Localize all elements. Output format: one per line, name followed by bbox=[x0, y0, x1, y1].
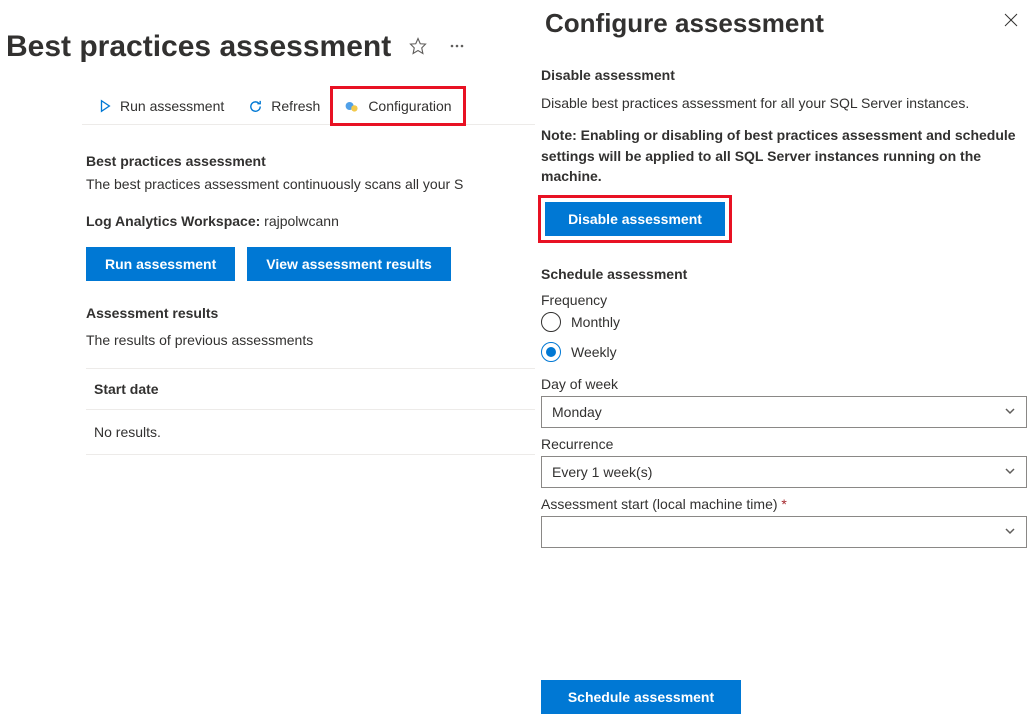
disable-heading: Disable assessment bbox=[541, 67, 1027, 83]
table-empty-row: No results. bbox=[86, 410, 535, 455]
close-button[interactable] bbox=[999, 8, 1023, 35]
frequency-monthly[interactable]: Monthly bbox=[541, 312, 1027, 332]
dow-value: Monday bbox=[552, 404, 602, 420]
dow-label: Day of week bbox=[541, 376, 1027, 392]
law-label: Log Analytics Workspace: bbox=[86, 213, 260, 229]
required-asterisk: * bbox=[781, 496, 786, 512]
refresh-icon bbox=[248, 99, 263, 114]
frequency-label: Frequency bbox=[541, 292, 1027, 308]
bpa-heading: Best practices assessment bbox=[86, 153, 535, 169]
chevron-down-icon bbox=[1004, 404, 1016, 420]
disable-text: Disable best practices assessment for al… bbox=[541, 93, 1027, 113]
view-results-button[interactable]: View assessment results bbox=[247, 247, 451, 281]
page-title: Best practices assessment bbox=[6, 30, 391, 64]
frequency-weekly[interactable]: Weekly bbox=[541, 342, 1027, 362]
more-icon bbox=[449, 38, 465, 57]
refresh-action[interactable]: Refresh bbox=[236, 88, 332, 124]
disable-note: Note: Enabling or disabling of best prac… bbox=[541, 125, 1027, 186]
disable-highlight: Disable assessment bbox=[541, 198, 729, 240]
start-time-label-text: Assessment start (local machine time) bbox=[541, 496, 778, 512]
recurrence-value: Every 1 week(s) bbox=[552, 464, 652, 480]
bpa-description: The best practices assessment continuous… bbox=[86, 175, 535, 195]
law-value: rajpolwcann bbox=[264, 213, 339, 229]
favorite-button[interactable] bbox=[405, 33, 431, 62]
results-description: The results of previous assessments bbox=[86, 331, 535, 351]
dow-select[interactable]: Monday bbox=[541, 396, 1027, 428]
refresh-label: Refresh bbox=[271, 98, 320, 114]
configuration-label: Configuration bbox=[368, 98, 451, 114]
schedule-assessment-button[interactable]: Schedule assessment bbox=[541, 680, 741, 714]
panel-header: Configure assessment bbox=[541, 8, 1027, 39]
law-row: Log Analytics Workspace: rajpolwcann bbox=[86, 213, 535, 229]
frequency-weekly-label: Weekly bbox=[571, 344, 617, 360]
close-icon bbox=[1003, 12, 1019, 31]
play-icon bbox=[98, 99, 112, 113]
radio-icon-selected bbox=[541, 342, 561, 362]
frequency-group: Monthly Weekly bbox=[541, 312, 1027, 362]
run-assessment-button[interactable]: Run assessment bbox=[86, 247, 235, 281]
frequency-monthly-label: Monthly bbox=[571, 314, 620, 330]
start-time-label: Assessment start (local machine time) * bbox=[541, 496, 1027, 512]
main-content: Best practices assessment Run assessment… bbox=[0, 0, 535, 455]
toolbar: Run assessment Refresh Configuration bbox=[82, 88, 535, 125]
configuration-action[interactable]: Configuration bbox=[332, 88, 463, 124]
action-buttons: Run assessment View assessment results bbox=[86, 247, 535, 281]
config-icon bbox=[344, 98, 360, 114]
more-button[interactable] bbox=[445, 34, 469, 61]
run-assessment-action[interactable]: Run assessment bbox=[86, 88, 236, 124]
panel-footer: Schedule assessment bbox=[541, 680, 1027, 714]
page-header: Best practices assessment bbox=[6, 30, 535, 64]
recurrence-select[interactable]: Every 1 week(s) bbox=[541, 456, 1027, 488]
star-icon bbox=[409, 37, 427, 58]
configure-panel: Configure assessment Disable assessment … bbox=[535, 0, 1033, 720]
chevron-down-icon bbox=[1004, 524, 1016, 540]
start-time-select[interactable] bbox=[541, 516, 1027, 548]
run-assessment-label: Run assessment bbox=[120, 98, 224, 114]
schedule-heading: Schedule assessment bbox=[541, 266, 1027, 282]
recurrence-label: Recurrence bbox=[541, 436, 1027, 452]
content-body: Best practices assessment The best pract… bbox=[86, 125, 535, 455]
table-header-start-date[interactable]: Start date bbox=[86, 368, 535, 410]
panel-title: Configure assessment bbox=[545, 8, 824, 39]
disable-assessment-button[interactable]: Disable assessment bbox=[545, 202, 725, 236]
results-heading: Assessment results bbox=[86, 305, 535, 321]
radio-icon bbox=[541, 312, 561, 332]
chevron-down-icon bbox=[1004, 464, 1016, 480]
